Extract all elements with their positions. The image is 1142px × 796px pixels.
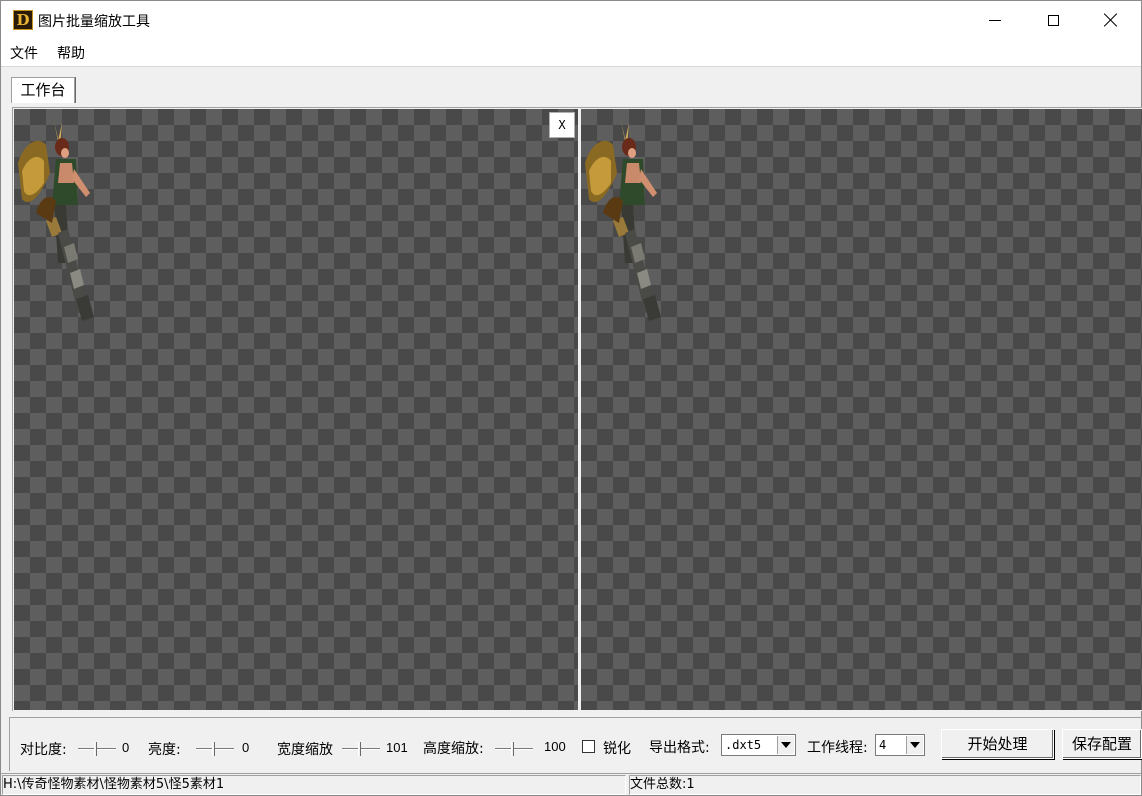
height-scale-slider[interactable] bbox=[495, 742, 533, 756]
threads-label: 工作线程: bbox=[807, 740, 868, 756]
contrast-value: 0 bbox=[122, 740, 130, 755]
width-scale-slider[interactable] bbox=[342, 742, 380, 756]
brightness-value: 0 bbox=[242, 740, 250, 755]
close-icon bbox=[1104, 13, 1118, 27]
export-format-label: 导出格式: bbox=[649, 740, 710, 756]
brightness-label: 亮度: bbox=[148, 742, 181, 758]
window-title: 图片批量缩放工具 bbox=[38, 14, 150, 30]
save-config-button[interactable]: 保存配置 bbox=[1062, 729, 1142, 759]
tab-workbench[interactable]: 工作台 bbox=[11, 77, 75, 103]
source-preview-pane: X bbox=[14, 109, 578, 710]
maximize-icon bbox=[1047, 14, 1059, 26]
height-scale-value: 100 bbox=[544, 739, 566, 754]
maximize-button[interactable] bbox=[1024, 1, 1082, 39]
file-count-label: 文件总数: bbox=[630, 777, 687, 792]
width-scale-label: 宽度缩放 bbox=[277, 742, 333, 758]
app-window: D 图片批量缩放工具 文件 帮助 工作台 X 对比度: 0 亮度: 0 宽度缩放… bbox=[0, 0, 1142, 796]
title-bar[interactable]: D 图片批量缩放工具 bbox=[1, 1, 1141, 39]
menu-file[interactable]: 文件 bbox=[10, 43, 38, 63]
monster-sprite-output-image bbox=[585, 121, 661, 321]
width-scale-value: 101 bbox=[386, 740, 408, 755]
minimize-icon bbox=[989, 19, 1001, 21]
threads-value: 4 bbox=[879, 738, 887, 752]
contrast-slider[interactable] bbox=[78, 742, 116, 756]
chevron-down-icon bbox=[906, 736, 923, 754]
brightness-slider[interactable] bbox=[196, 742, 234, 756]
close-preview-button[interactable]: X bbox=[549, 112, 575, 138]
output-preview-pane bbox=[581, 109, 1142, 710]
menu-help[interactable]: 帮助 bbox=[57, 43, 85, 63]
chevron-down-icon bbox=[777, 736, 794, 754]
export-format-select[interactable]: .dxt5 bbox=[721, 734, 796, 756]
workspace: X bbox=[12, 107, 1142, 711]
sharpen-label: 锐化 bbox=[603, 741, 631, 757]
minimize-button[interactable] bbox=[966, 1, 1024, 39]
menu-bar: 文件 帮助 bbox=[1, 39, 1141, 67]
status-file-count: 文件总数:1 bbox=[629, 775, 1141, 795]
height-scale-label: 高度缩放: bbox=[423, 741, 484, 757]
close-button[interactable] bbox=[1082, 1, 1140, 39]
file-count-value: 1 bbox=[686, 777, 695, 792]
export-format-value: .dxt5 bbox=[725, 738, 762, 752]
threads-select[interactable]: 4 bbox=[875, 734, 925, 756]
contrast-label: 对比度: bbox=[20, 742, 67, 758]
start-process-button[interactable]: 开始处理 bbox=[941, 729, 1054, 759]
status-path: H:\传奇怪物素材\怪物素材5\怪5素材1 bbox=[2, 775, 626, 795]
monster-sprite-image bbox=[18, 121, 94, 321]
sharpen-checkbox[interactable] bbox=[582, 740, 595, 753]
app-logo-icon: D bbox=[13, 10, 33, 30]
settings-panel: 对比度: 0 亮度: 0 宽度缩放 101 高度缩放: 100 锐化 导出格式:… bbox=[9, 717, 1142, 771]
status-bar: H:\传奇怪物素材\怪物素材5\怪5素材1 文件总数:1 bbox=[1, 773, 1141, 795]
